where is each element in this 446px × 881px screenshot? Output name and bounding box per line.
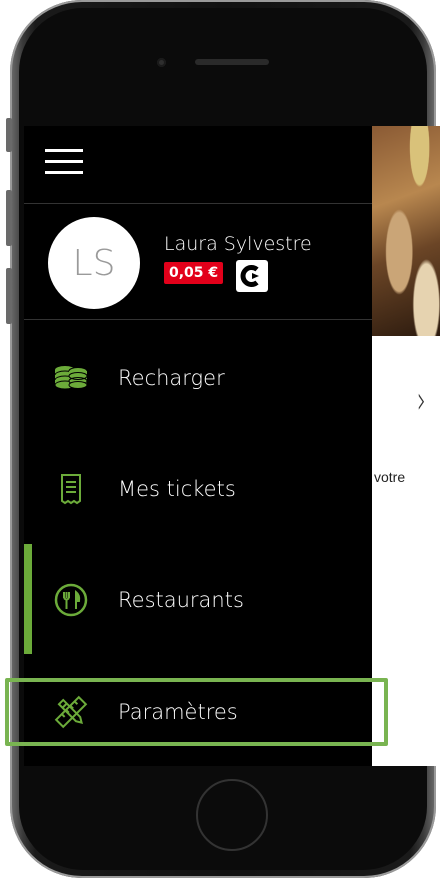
drawer-divider <box>24 319 372 320</box>
menu-item-recharger[interactable]: Recharger <box>24 346 372 410</box>
menu-item-restaurants[interactable]: Restaurants <box>24 568 372 632</box>
hamburger-menu-icon[interactable] <box>45 149 83 175</box>
phone-volume-up <box>6 190 12 246</box>
menu-item-mes-tickets[interactable]: Mes tickets <box>24 457 372 521</box>
chevron-right-icon[interactable]: › <box>417 378 426 422</box>
avatar[interactable]: LS <box>48 217 140 309</box>
balance-badge: 0,05 € <box>164 262 224 284</box>
avatar-initials: LS <box>72 242 116 284</box>
drawer-divider <box>24 203 372 204</box>
tutorial-highlight-box <box>5 678 388 746</box>
menu-item-label: Restaurants <box>118 588 244 612</box>
background-food-image <box>372 126 440 336</box>
navigation-drawer: LS Laura Sylvestre 0,05 € Recharger Mes … <box>24 126 372 766</box>
app-screen: › votre LS Laura Sylvestre 0,05 € Rechar… <box>24 126 440 766</box>
earpiece-speaker <box>195 59 269 65</box>
phone-volume-down <box>6 268 12 324</box>
ticket-icon <box>51 469 91 509</box>
restaurant-icon <box>51 580 91 620</box>
menu-item-label: Mes tickets <box>118 477 236 501</box>
home-button[interactable] <box>196 779 268 851</box>
user-name: Laura Sylvestre <box>164 233 312 255</box>
menu-item-label: Recharger <box>118 366 225 390</box>
brand-logo-icon <box>236 260 268 292</box>
front-camera <box>157 58 166 67</box>
page: › votre LS Laura Sylvestre 0,05 € Rechar… <box>0 0 446 881</box>
phone-mute-switch <box>6 118 12 152</box>
coins-icon <box>51 358 91 398</box>
background-partial-text: votre <box>374 469 406 485</box>
